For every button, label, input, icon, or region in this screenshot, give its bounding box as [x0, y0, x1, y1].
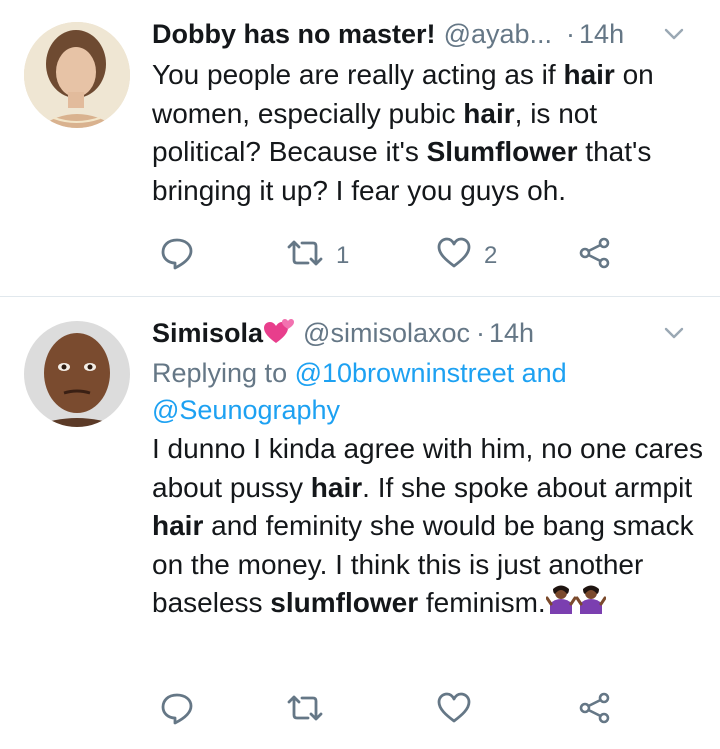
like-count: 2	[484, 242, 498, 269]
user-handle[interactable]: @simisolaxoc	[303, 318, 470, 349]
reply-icon	[160, 236, 194, 277]
chevron-down-icon[interactable]	[662, 22, 686, 53]
replying-and: and	[514, 358, 567, 388]
tweet[interactable]: Dobby has no master! @ayab... · 14h You …	[0, 0, 720, 297]
two-hearts-emoji	[263, 316, 295, 351]
separator-dot: ·	[476, 317, 485, 348]
share-icon	[578, 236, 612, 277]
share-icon	[578, 691, 612, 732]
replying-to: Replying to @10browninstreet and @Seunog…	[152, 355, 672, 429]
action-bar: 1 2	[152, 236, 700, 276]
tweet-header: Dobby has no master! @ayab... · 14h	[152, 14, 700, 54]
avatar[interactable]	[24, 321, 130, 427]
mention-link[interactable]: @10browninstreet	[295, 358, 515, 388]
tweet[interactable]: Simisola @simisolaxoc · 14h Replying to …	[0, 297, 720, 749]
like-icon	[436, 236, 472, 277]
text-segment: You people are really acting as if	[152, 59, 564, 90]
highlight-term: hair	[310, 471, 363, 503]
action-bar	[152, 691, 700, 731]
reply-icon	[160, 691, 194, 732]
text-segment: feminism.	[418, 587, 546, 618]
timestamp[interactable]: 14h	[579, 19, 624, 50]
reply-button[interactable]	[160, 691, 194, 731]
retweet-icon	[286, 691, 324, 732]
share-button[interactable]	[578, 236, 612, 276]
user-handle[interactable]: @ayab...	[444, 19, 552, 50]
highlight-term: hair	[152, 510, 204, 541]
retweet-button[interactable]	[286, 691, 324, 731]
replying-prefix: Replying to	[152, 358, 295, 388]
person-shrugging-emoji	[575, 584, 607, 625]
timestamp[interactable]: 14h	[489, 318, 534, 349]
highlight-term: hair	[463, 97, 515, 129]
retweet-button[interactable]: 1	[286, 236, 349, 276]
chevron-down-icon[interactable]	[662, 321, 686, 352]
highlight-term: Slumflower	[426, 136, 578, 167]
like-icon	[436, 691, 472, 732]
text-segment: . If she spoke about armpit	[362, 471, 693, 503]
share-button[interactable]	[578, 691, 612, 731]
separator-dot: ·	[566, 18, 576, 49]
display-name[interactable]: Simisola	[152, 318, 263, 349]
highlight-term: hair	[563, 59, 615, 90]
tweet-header: Simisola @simisolaxoc · 14h	[152, 313, 700, 353]
person-shrugging-emoji	[545, 584, 577, 625]
retweet-icon	[286, 236, 324, 277]
tweet-text: I dunno I kinda agree with him, no one c…	[152, 430, 704, 625]
retweet-count: 1	[336, 242, 350, 269]
tweet-text: You people are really acting as if hair …	[152, 56, 704, 210]
like-button[interactable]: 2	[436, 236, 497, 276]
avatar[interactable]	[24, 22, 130, 128]
reply-button[interactable]	[160, 236, 194, 276]
like-button[interactable]	[436, 691, 472, 731]
display-name[interactable]: Dobby has no master!	[152, 19, 436, 50]
mention-link[interactable]: @Seunography	[152, 395, 340, 425]
highlight-term: slumflower	[270, 587, 419, 618]
